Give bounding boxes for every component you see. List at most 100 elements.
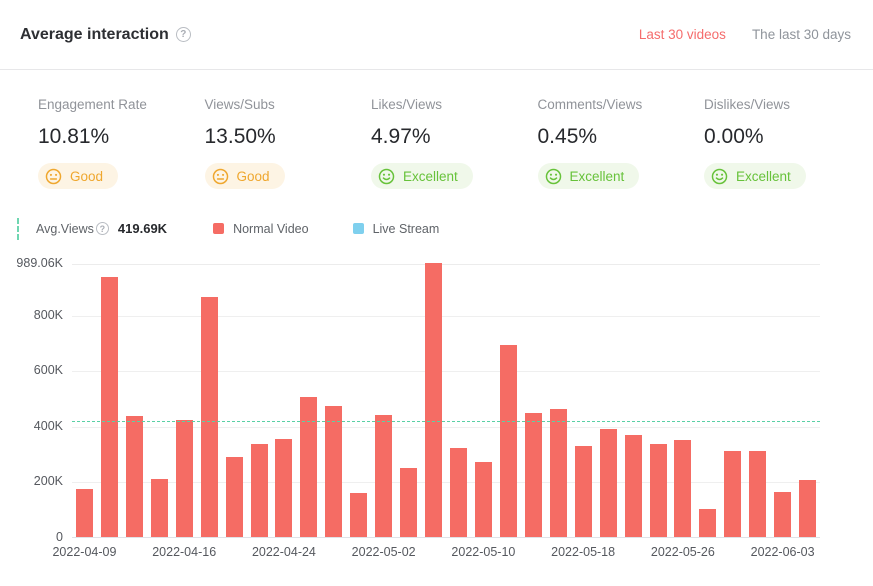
neutral-face-icon (212, 168, 229, 185)
normal-video-bar[interactable] (201, 297, 218, 537)
help-icon[interactable]: ? (176, 27, 191, 42)
bar-slot (596, 264, 621, 537)
bar-slot (197, 264, 222, 537)
bar-slot (222, 264, 247, 537)
normal-video-bar[interactable] (300, 397, 317, 537)
bar-slot (446, 264, 471, 537)
y-axis-tick-label: 800K (0, 308, 63, 322)
y-axis-tick-label: 989.06K (0, 256, 63, 270)
live-stream-swatch-icon (353, 223, 364, 234)
metric-label: Engagement Rate (38, 97, 205, 112)
x-axis-tick-label: 2022-05-18 (551, 545, 615, 559)
tab-last-30-days[interactable]: The last 30 days (752, 27, 851, 42)
bar-series (72, 264, 820, 537)
avg-line-marker-icon (17, 218, 19, 240)
avg-views-label: Avg.Views (36, 222, 94, 236)
bar-slot (272, 264, 297, 537)
rating-badge: Excellent (371, 163, 473, 189)
normal-video-bar[interactable] (450, 448, 467, 537)
metric-likes-views: Likes/Views 4.97% Excellent (371, 97, 538, 190)
tab-last-30-videos[interactable]: Last 30 videos (639, 27, 726, 42)
bar-slot (147, 264, 172, 537)
normal-video-bar[interactable] (475, 462, 492, 536)
normal-video-bar[interactable] (400, 468, 417, 537)
normal-video-bar[interactable] (350, 493, 367, 536)
normal-video-bar[interactable] (375, 415, 392, 536)
avg-views-value: 419.69K (118, 221, 167, 236)
legend-label: Live Stream (373, 222, 440, 236)
bar-slot (671, 264, 696, 537)
x-axis-tick-label: 2022-06-03 (751, 545, 815, 559)
normal-video-bar[interactable] (325, 406, 342, 536)
normal-video-bar[interactable] (699, 509, 716, 536)
rating-label: Good (237, 169, 270, 184)
bar-slot (571, 264, 596, 537)
bar-slot (621, 264, 646, 537)
rating-label: Excellent (736, 169, 791, 184)
smile-face-icon (378, 168, 395, 185)
normal-video-bar[interactable] (500, 345, 517, 536)
metric-comments-views: Comments/Views 0.45% Excellent (538, 97, 705, 190)
normal-video-bar[interactable] (425, 263, 442, 537)
normal-video-bar[interactable] (724, 451, 741, 536)
normal-video-bar[interactable] (525, 413, 542, 537)
x-axis-tick-label: 2022-05-02 (352, 545, 416, 559)
metric-value: 0.45% (538, 125, 705, 149)
average-interaction-panel: Average interaction ? Last 30 videos The… (0, 0, 873, 586)
normal-video-bar[interactable] (275, 439, 292, 537)
metric-value: 0.00% (704, 125, 871, 149)
bar-slot (695, 264, 720, 537)
bar-slot (72, 264, 97, 537)
bar-slot (296, 264, 321, 537)
avg-views-help-icon[interactable]: ? (96, 222, 109, 235)
normal-video-bar[interactable] (774, 492, 791, 537)
normal-video-bar[interactable] (799, 480, 816, 536)
x-axis-tick-label: 2022-05-26 (651, 545, 715, 559)
smile-face-icon (545, 168, 562, 185)
normal-video-bar[interactable] (76, 489, 93, 537)
normal-video-bar[interactable] (600, 429, 617, 537)
bar-slot (471, 264, 496, 537)
views-bar-chart: 2022-04-092022-04-162022-04-242022-05-02… (0, 246, 873, 576)
metric-label: Views/Subs (205, 97, 372, 112)
rating-label: Good (70, 169, 103, 184)
bar-slot (496, 264, 521, 537)
normal-video-bar[interactable] (126, 416, 143, 536)
x-axis-tick-label: 2022-05-10 (451, 545, 515, 559)
metric-label: Likes/Views (371, 97, 538, 112)
neutral-face-icon (45, 168, 62, 185)
page-title: Average interaction (20, 26, 169, 44)
legend-item-live-stream[interactable]: Live Stream (353, 222, 440, 236)
metric-label: Comments/Views (538, 97, 705, 112)
normal-video-bar[interactable] (674, 440, 691, 537)
x-axis-tick-label: 2022-04-24 (252, 545, 316, 559)
metric-value: 4.97% (371, 125, 538, 149)
y-axis-tick-label: 200K (0, 474, 63, 488)
normal-video-bar[interactable] (251, 444, 268, 537)
bar-slot (122, 264, 147, 537)
metric-engagement-rate: Engagement Rate 10.81% Good (38, 97, 205, 190)
normal-video-bar[interactable] (226, 457, 243, 537)
x-axis-tick-label: 2022-04-09 (52, 545, 116, 559)
bar-slot (371, 264, 396, 537)
normal-video-bar[interactable] (749, 451, 766, 536)
normal-video-bar[interactable] (176, 420, 193, 537)
y-axis-tick-label: 600K (0, 363, 63, 377)
normal-video-bar[interactable] (625, 435, 642, 537)
rating-badge: Good (205, 163, 285, 189)
normal-video-bar[interactable] (101, 277, 118, 536)
metric-value: 13.50% (205, 125, 372, 149)
bar-slot (770, 264, 795, 537)
metric-views-subs: Views/Subs 13.50% Good (205, 97, 372, 190)
rating-badge: Excellent (538, 163, 640, 189)
bar-slot (346, 264, 371, 537)
normal-video-bar[interactable] (550, 409, 567, 537)
normal-video-bar[interactable] (575, 446, 592, 537)
legend-item-normal-video[interactable]: Normal Video (213, 222, 309, 236)
normal-video-bar[interactable] (151, 479, 168, 536)
y-axis-tick-label: 400K (0, 419, 63, 433)
rating-badge: Excellent (704, 163, 806, 189)
bar-slot (795, 264, 820, 537)
metrics-row: Engagement Rate 10.81% Good Views/Subs 1… (0, 70, 873, 212)
normal-video-bar[interactable] (650, 444, 667, 537)
